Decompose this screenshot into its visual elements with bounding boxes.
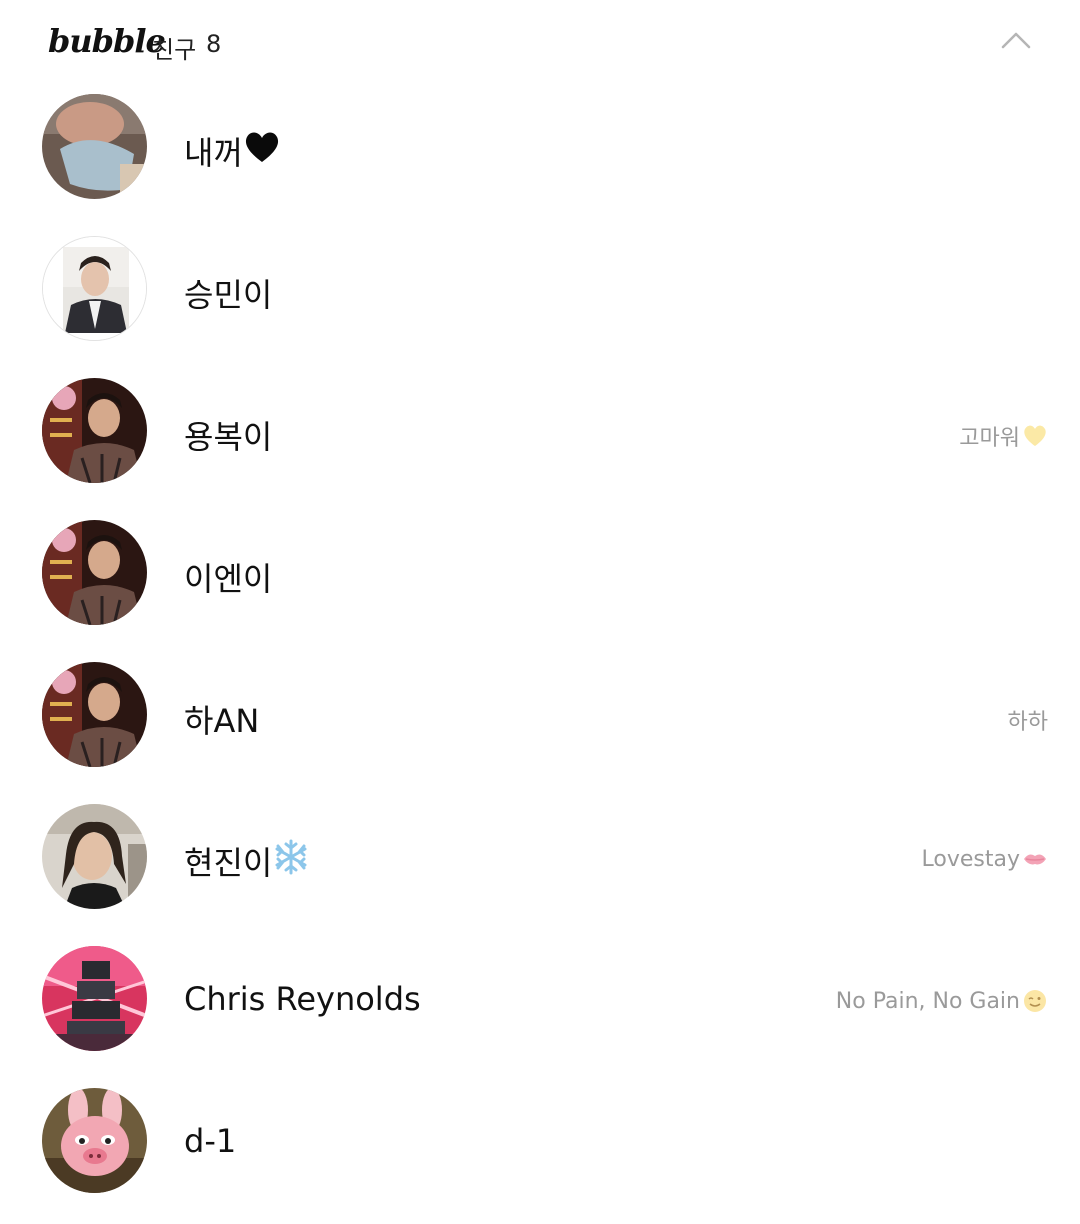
friend-row[interactable]: 이엔이 — [0, 502, 1080, 644]
black-heart-icon — [243, 130, 281, 172]
avatar — [42, 804, 147, 909]
avatar — [42, 94, 147, 199]
friends-count: 8 — [206, 30, 222, 58]
status-message: 고마워 — [959, 426, 1020, 451]
friend-name: 승민이 — [184, 276, 273, 314]
status-message: 하하 — [1007, 710, 1048, 735]
friend-row[interactable]: 내꺼 — [0, 76, 1080, 218]
snowflake-icon — [272, 838, 310, 884]
avatar — [42, 378, 147, 483]
friend-name: 이엔이 — [184, 560, 273, 598]
collapse-button[interactable] — [994, 20, 1038, 60]
status-message: No Pain, No Gain — [835, 988, 1020, 1014]
bubble-logo: bubble — [48, 22, 166, 60]
avatar — [42, 520, 147, 625]
avatar — [42, 946, 147, 1051]
yellow-heart-icon — [1022, 423, 1048, 449]
friend-row[interactable]: 하AN 하하 — [0, 644, 1080, 786]
friend-name: 내꺼 — [184, 134, 243, 172]
friend-row[interactable]: d-1 — [0, 1070, 1080, 1212]
friend-name: Chris Reynolds — [184, 980, 421, 1018]
friend-list: 내꺼 승민이 용복이 고마워 이엔이 하AN 하하 현진이 Lovestay C… — [0, 76, 1080, 1212]
avatar — [42, 1088, 147, 1193]
friend-name: 현진이 — [184, 844, 273, 882]
friend-name: 하AN — [184, 702, 260, 740]
friends-label: 친구 — [152, 36, 197, 64]
winking-face-icon — [1022, 988, 1048, 1014]
status-message: Lovestay — [921, 846, 1020, 872]
friend-row[interactable]: 현진이 Lovestay — [0, 786, 1080, 928]
friend-name: 용복이 — [184, 418, 273, 456]
chevron-up-icon — [1001, 32, 1031, 49]
friend-row[interactable]: 승민이 — [0, 218, 1080, 360]
friend-row[interactable]: Chris Reynolds No Pain, No Gain — [0, 928, 1080, 1070]
friend-row[interactable]: 용복이 고마워 — [0, 360, 1080, 502]
friend-name: d-1 — [184, 1122, 237, 1160]
avatar — [42, 236, 147, 341]
kiss-mark-icon — [1022, 846, 1048, 872]
avatar — [42, 662, 147, 767]
